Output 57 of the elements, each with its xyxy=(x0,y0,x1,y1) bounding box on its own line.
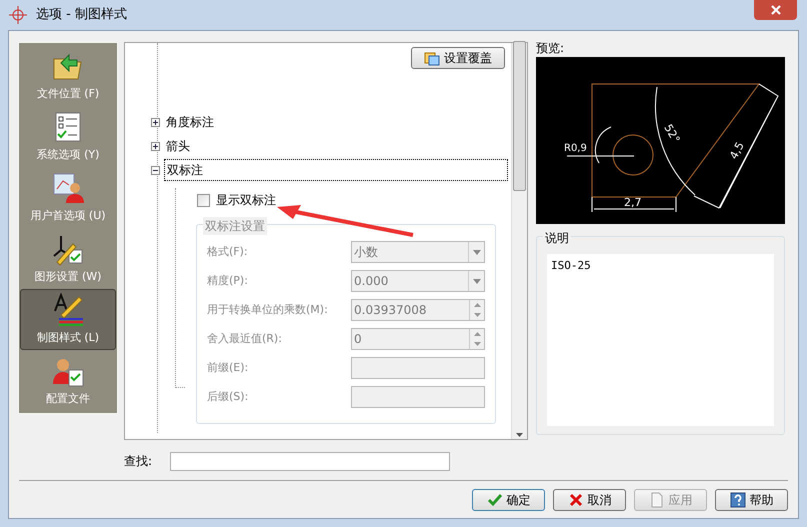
sidebar-item[interactable]: 制图样式 (L) xyxy=(20,289,116,350)
dialog-button[interactable]: 确定 xyxy=(472,489,545,511)
expand-toggle[interactable] xyxy=(151,118,160,126)
sidebar-item[interactable]: 配置文件 xyxy=(20,350,116,411)
checkmark-icon xyxy=(486,492,502,508)
search-label: 查找: xyxy=(124,453,154,470)
down-arrow-icon xyxy=(474,342,480,346)
sidebar-label: 用户首选项 (U) xyxy=(30,208,106,224)
window-title: 选项 - 制图样式 xyxy=(36,6,127,24)
group-title: 双标注设置 xyxy=(203,217,267,235)
drafting-style-icon xyxy=(51,292,85,327)
tree-item[interactable]: 箭头 xyxy=(164,137,192,155)
close-icon xyxy=(770,4,782,16)
sidebar-label: 图形设置 (W) xyxy=(34,268,102,285)
field-label: 精度(P): xyxy=(207,272,248,289)
app-logo-icon xyxy=(8,5,28,25)
dialog-button[interactable]: 帮助 xyxy=(715,489,788,511)
up-arrow-icon xyxy=(474,303,480,307)
dialog-button[interactable]: 取消 xyxy=(553,489,626,511)
help-icon xyxy=(730,492,746,508)
description-text: ISO-25 xyxy=(547,254,774,426)
document-icon xyxy=(648,492,664,508)
tree-item[interactable]: 角度标注 xyxy=(164,113,216,131)
caret-icon xyxy=(472,250,480,254)
sidebar-label: 系统选项 (Y) xyxy=(36,146,100,163)
sidebar-label: 文件位置 (F) xyxy=(36,86,100,102)
field-label: 前缀(E): xyxy=(207,360,248,376)
user-chart-icon xyxy=(51,170,85,205)
sidebar-item[interactable]: 文件位置 (F) xyxy=(20,45,116,106)
scrollbar[interactable] xyxy=(511,43,527,439)
search-field[interactable] xyxy=(170,452,450,470)
expand-toggle[interactable] xyxy=(151,166,160,174)
scrollbar-thumb[interactable] xyxy=(513,41,526,191)
field-label: 用于转换单位的乘数(M): xyxy=(207,302,328,318)
preview-drawing: R0,9 2,7 4,5 52° xyxy=(536,57,785,224)
up-arrow-icon xyxy=(474,332,480,336)
override-button[interactable]: 设置覆盖 xyxy=(411,47,505,69)
caret-icon xyxy=(472,278,480,284)
group-title: 说明 xyxy=(543,229,571,247)
checkbox[interactable] xyxy=(197,194,210,206)
down-arrow-icon xyxy=(516,433,523,437)
field-label: 后缀(S): xyxy=(207,388,248,405)
sidebar-item[interactable]: 系统选项 (Y) xyxy=(20,106,116,167)
sidebar-label: 制图样式 (L) xyxy=(36,330,100,346)
sidebar-item[interactable]: 图形设置 (W) xyxy=(20,228,116,289)
settings-icon xyxy=(424,50,440,66)
sidebar-item[interactable]: 用户首选项 (U) xyxy=(20,167,116,228)
close-icon xyxy=(568,492,584,508)
expand-toggle[interactable] xyxy=(151,142,160,150)
field-label: 格式(F): xyxy=(207,244,248,260)
close-button[interactable] xyxy=(754,0,797,20)
tree-item[interactable]: 双标注 xyxy=(164,159,508,181)
down-arrow-icon xyxy=(474,313,480,317)
sidebar-label: 配置文件 xyxy=(46,390,90,407)
field-label: 舍入最近值(R): xyxy=(207,330,282,347)
checkbox-label: 显示双标注 xyxy=(216,192,276,209)
preview-label: 预览: xyxy=(536,40,566,57)
